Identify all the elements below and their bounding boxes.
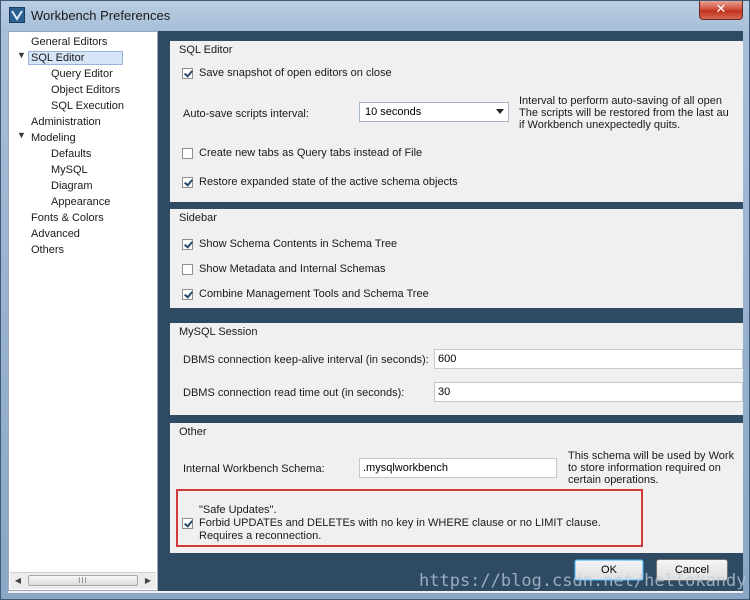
tree-item-object-editors[interactable]: Object Editors xyxy=(51,82,120,98)
scrollbar-thumb[interactable]: III xyxy=(28,575,138,586)
new-tabs-label: Create new tabs as Query tabs instead of… xyxy=(199,147,423,159)
tree-item-mysql[interactable]: MySQL xyxy=(51,162,88,178)
close-button[interactable]: ✕ xyxy=(699,1,743,20)
collapse-arrow-icon[interactable]: ▼ xyxy=(17,130,26,140)
collapse-arrow-icon[interactable]: ▼ xyxy=(17,50,26,60)
save-snapshot-label: Save snapshot of open editors on close xyxy=(199,67,392,79)
settings-pane: SQL Editor Save snapshot of open editors… xyxy=(158,31,743,591)
close-icon: ✕ xyxy=(715,2,727,17)
show-schema-contents-label: Show Schema Contents in Schema Tree xyxy=(199,238,398,250)
tree-item-sql-execution[interactable]: SQL Execution xyxy=(51,98,124,114)
combine-tools-label: Combine Management Tools and Schema Tree xyxy=(199,288,429,300)
show-metadata-label: Show Metadata and Internal Schemas xyxy=(199,263,386,275)
section-title: MySQL Session xyxy=(179,326,258,338)
internal-schema-label: Internal Workbench Schema: xyxy=(183,463,325,475)
scroll-right-icon[interactable]: ▶ xyxy=(140,573,156,589)
tree-item-sql-editor[interactable]: SQL Editor xyxy=(28,50,124,66)
keepalive-label: DBMS connection keep-alive interval (in … xyxy=(183,354,429,366)
tree-item-query-editor[interactable]: Query Editor xyxy=(51,66,113,82)
schema-note-line-2: to store information required on xyxy=(568,462,721,474)
autosave-note-line-1: Interval to perform auto-saving of all o… xyxy=(519,95,723,107)
scroll-left-icon[interactable]: ◀ xyxy=(10,573,26,589)
tree-item-appearance[interactable]: Appearance xyxy=(51,194,110,210)
tree-item-others[interactable]: Others xyxy=(31,242,64,258)
autosave-label: Auto-save scripts interval: xyxy=(183,108,309,120)
safe-updates-highlight-box xyxy=(176,489,643,547)
autosave-note-line-2: The scripts will be restored from the la… xyxy=(519,107,729,119)
schema-note-line-3: certain operations. xyxy=(568,474,659,486)
readtimeout-label: DBMS connection read time out (in second… xyxy=(183,387,405,399)
watermark-text: https://blog.csdn.net/hellokandy xyxy=(419,571,747,591)
tree-item-advanced[interactable]: Advanced xyxy=(31,226,80,242)
combine-tools-checkbox[interactable] xyxy=(182,289,193,300)
section-title: Sidebar xyxy=(179,212,217,224)
category-tree[interactable]: General Editors ▼ SQL Editor Query Edito… xyxy=(8,31,158,591)
client-area: General Editors ▼ SQL Editor Query Edito… xyxy=(8,31,743,593)
horizontal-scrollbar[interactable]: ◀ III ▶ xyxy=(10,572,156,589)
window-title: Workbench Preferences xyxy=(31,8,171,23)
save-snapshot-checkbox[interactable] xyxy=(182,68,193,79)
schema-note-line-1: This schema will be used by Work xyxy=(568,450,735,462)
tree-item-administration[interactable]: Administration xyxy=(31,114,101,130)
section-title: SQL Editor xyxy=(179,44,233,56)
title-bar[interactable]: Workbench Preferences ✕ xyxy=(1,1,749,31)
workbench-app-icon xyxy=(9,7,25,23)
readtimeout-input[interactable]: 30 xyxy=(434,382,743,402)
internal-schema-input[interactable]: .mysqlworkbench xyxy=(359,458,557,478)
tree-item-diagram[interactable]: Diagram xyxy=(51,178,93,194)
tree-item-defaults[interactable]: Defaults xyxy=(51,146,91,162)
preferences-window: Workbench Preferences ✕ General Editors … xyxy=(0,0,750,600)
restore-state-checkbox[interactable] xyxy=(182,177,193,188)
restore-state-label: Restore expanded state of the active sch… xyxy=(199,176,458,188)
tree-item-modeling[interactable]: Modeling xyxy=(31,130,76,146)
autosave-note-line-3: if Workbench unexpectedly quits. xyxy=(519,119,681,131)
autosave-interval-select[interactable]: 10 seconds xyxy=(359,102,509,122)
mysql-session-section: MySQL Session DBMS connection keep-alive… xyxy=(170,323,743,415)
keepalive-input[interactable]: 600 xyxy=(434,349,743,369)
show-schema-contents-checkbox[interactable] xyxy=(182,239,193,250)
sql-editor-section: SQL Editor Save snapshot of open editors… xyxy=(170,41,743,202)
chevron-down-icon xyxy=(496,109,504,114)
tree-item-general-editors[interactable]: General Editors xyxy=(31,34,107,50)
section-title: Other xyxy=(179,426,207,438)
new-tabs-checkbox[interactable] xyxy=(182,148,193,159)
tree-item-fonts-colors[interactable]: Fonts & Colors xyxy=(31,210,104,226)
show-metadata-checkbox[interactable] xyxy=(182,264,193,275)
sidebar-section: Sidebar Show Schema Contents in Schema T… xyxy=(170,209,743,308)
